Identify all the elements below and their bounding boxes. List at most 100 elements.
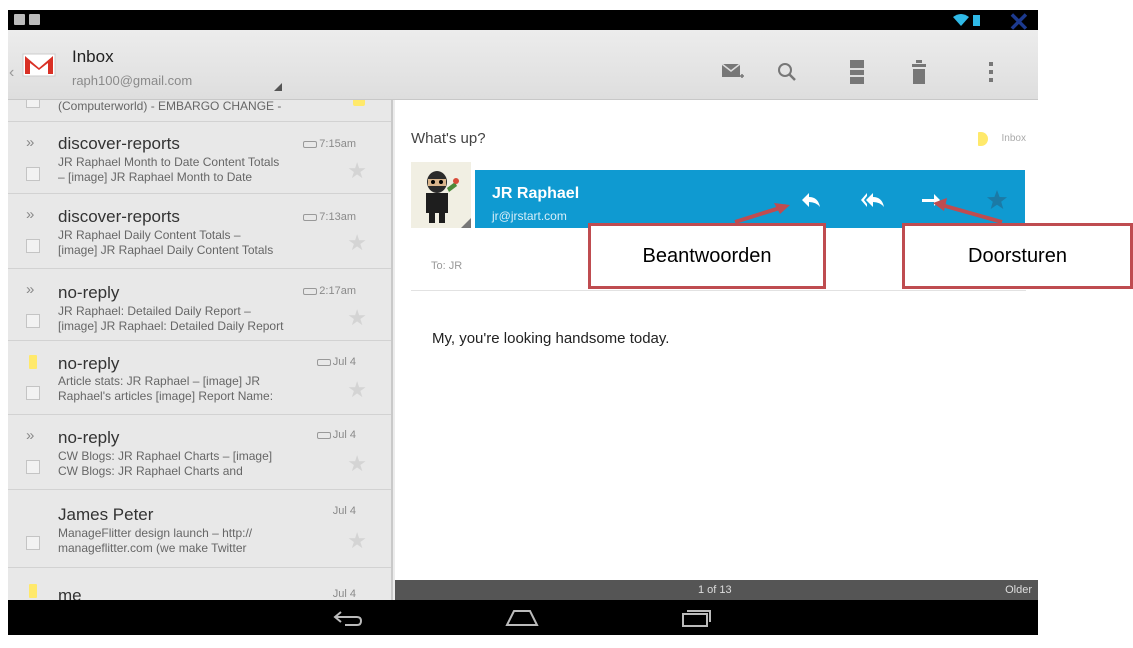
- list-item[interactable]: (Computerworld) - EMBARGO CHANGE -: [8, 100, 391, 122]
- tablet-screen: ‹ Inbox raph100@gmail.com (Computerworld…: [8, 10, 1038, 635]
- nav-back-icon: [333, 611, 363, 626]
- message-snippet-line1: JR Raphael Month to Date Content Totals: [58, 155, 280, 169]
- label-chip-icon: [303, 213, 318, 221]
- message-time: 7:15am: [319, 138, 356, 150]
- divider: [411, 290, 1026, 291]
- message-sender: no-reply: [58, 354, 120, 373]
- nav-recents-button[interactable]: [676, 606, 716, 630]
- sender-name[interactable]: JR Raphael: [492, 185, 579, 203]
- label-chip-icon: [303, 140, 318, 148]
- compose-button[interactable]: [716, 55, 750, 89]
- message-subject-title: What's up?: [411, 130, 486, 147]
- list-item[interactable]: » no-reply 2:17am JR Raphael: Detailed D…: [8, 269, 391, 341]
- sender-email: jr@jrstart.com: [492, 209, 567, 223]
- priority-marker-icon: »: [26, 134, 35, 151]
- sender-header: JR Raphael jr@jrstart.com: [475, 170, 1025, 228]
- overflow-menu-icon: [989, 62, 993, 82]
- list-item[interactable]: » no-reply Jul 4 CW Blogs: JR Raphael Ch…: [8, 415, 391, 490]
- message-time: Jul 4: [332, 429, 356, 441]
- star-button[interactable]: [983, 188, 1011, 212]
- account-dropdown-icon[interactable]: [274, 83, 282, 91]
- message-subject: (Computerworld) - EMBARGO CHANGE -: [58, 100, 282, 113]
- message-time: Jul 4: [332, 356, 356, 368]
- message-snippet-line2: – [image] JR Raphael Month to Date: [58, 170, 253, 184]
- message-sender: discover-reports: [58, 134, 180, 153]
- star-icon[interactable]: ★: [347, 528, 367, 554]
- star-icon[interactable]: ★: [347, 305, 367, 331]
- notification-icon: [14, 14, 25, 25]
- star-icon[interactable]: ★: [347, 377, 367, 403]
- message-sender: no-reply: [58, 428, 120, 447]
- priority-flag-icon: [29, 355, 37, 369]
- star-icon[interactable]: ★: [347, 158, 367, 184]
- message-snippet-line1: JR Raphael: Detailed Daily Report –: [58, 304, 251, 318]
- search-icon: [778, 63, 796, 81]
- reply-icon: [802, 193, 820, 207]
- label-chip-icon: [303, 287, 318, 295]
- delete-icon: [912, 60, 926, 84]
- nav-back-button[interactable]: [328, 606, 368, 630]
- message-time: 7:13am: [319, 211, 356, 223]
- priority-flag-icon: [29, 584, 37, 598]
- message-time: 2:17am: [319, 285, 356, 297]
- priority-marker-icon: »: [26, 427, 35, 444]
- message-sender: discover-reports: [58, 207, 180, 226]
- conversation-list: (Computerworld) - EMBARGO CHANGE - » dis…: [8, 100, 393, 600]
- star-icon[interactable]: ★: [347, 451, 367, 477]
- priority-marker-icon: »: [26, 206, 35, 223]
- message-snippet-line1: Article stats: JR Raphael – [image] JR: [58, 374, 261, 388]
- message-sender: no-reply: [58, 283, 120, 302]
- forward-icon: [922, 194, 940, 206]
- label-flag-icon: [978, 132, 988, 146]
- select-checkbox[interactable]: [26, 167, 40, 181]
- star-icon[interactable]: [353, 100, 365, 106]
- sender-avatar[interactable]: [411, 162, 471, 228]
- search-button[interactable]: [770, 55, 804, 89]
- list-item[interactable]: me Jul 4: [8, 568, 391, 600]
- reply-all-icon: [861, 193, 884, 207]
- mailbox-title[interactable]: Inbox: [72, 47, 114, 67]
- label-inbox[interactable]: Inbox: [1002, 133, 1026, 144]
- callout-forward: Doorsturen: [902, 223, 1133, 289]
- forward-button[interactable]: [917, 188, 945, 212]
- list-item[interactable]: » discover-reports 7:13am JR Raphael Dai…: [8, 194, 391, 269]
- select-checkbox[interactable]: [26, 239, 40, 253]
- message-snippet-line1: CW Blogs: JR Raphael Charts – [image]: [58, 449, 273, 463]
- list-item[interactable]: James Peter Jul 4 ManageFlitter design l…: [8, 490, 391, 568]
- close-icon[interactable]: ✕: [1008, 9, 1030, 35]
- conversation-pager: 1 of 13: [698, 584, 732, 596]
- select-checkbox[interactable]: [26, 100, 40, 108]
- reply-all-button[interactable]: [859, 188, 887, 212]
- reply-button[interactable]: [797, 188, 825, 212]
- priority-marker-icon: »: [26, 281, 35, 298]
- action-bar: ‹ Inbox raph100@gmail.com: [8, 30, 1038, 100]
- list-item[interactable]: no-reply Jul 4 Article stats: JR Raphael…: [8, 341, 391, 415]
- select-checkbox[interactable]: [26, 536, 40, 550]
- nav-home-button[interactable]: [502, 606, 542, 630]
- select-checkbox[interactable]: [26, 460, 40, 474]
- message-time: Jul 4: [332, 588, 356, 600]
- message-snippet-line1: ManageFlitter design launch – http://: [58, 526, 253, 540]
- select-checkbox[interactable]: [26, 386, 40, 400]
- back-icon[interactable]: ‹: [9, 64, 14, 82]
- list-item[interactable]: » discover-reports 7:15am JR Raphael Mon…: [8, 122, 391, 194]
- message-footer-bar: 1 of 13 Older: [395, 580, 1038, 600]
- account-email[interactable]: raph100@gmail.com: [72, 73, 192, 88]
- recipients-line[interactable]: To: JR: [431, 260, 462, 272]
- label-chip-icon: [316, 431, 331, 439]
- nav-recents-icon: [682, 610, 711, 627]
- older-button[interactable]: Older: [1005, 584, 1032, 596]
- nav-home-icon: [505, 610, 539, 626]
- message-view: What's up? Inbox JR Raphael jr@jrstart.c…: [395, 100, 1038, 580]
- select-checkbox[interactable]: [26, 314, 40, 328]
- message-sender: me: [58, 586, 82, 600]
- gmail-logo[interactable]: [22, 50, 56, 78]
- status-bar: [8, 10, 1038, 30]
- delete-button[interactable]: [902, 55, 936, 89]
- notification-icon: [29, 14, 40, 25]
- message-time: Jul 4: [332, 505, 356, 517]
- overflow-menu-button[interactable]: [974, 55, 1008, 89]
- archive-button[interactable]: [840, 55, 874, 89]
- wifi-battery-icon: [953, 14, 980, 26]
- star-icon[interactable]: ★: [347, 230, 367, 256]
